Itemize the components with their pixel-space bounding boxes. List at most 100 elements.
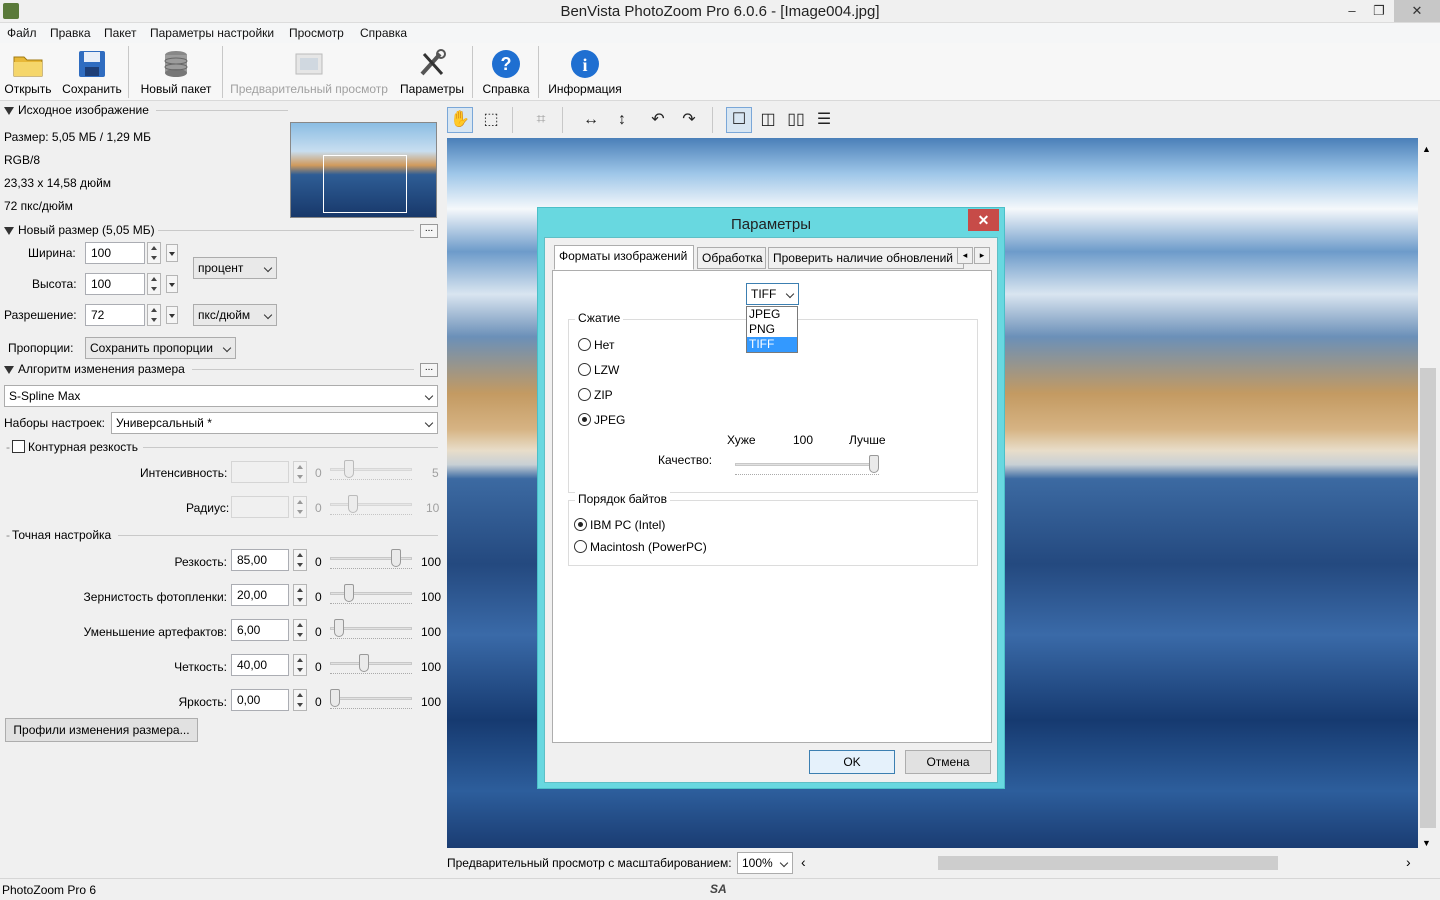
single-view-button[interactable]: ☐ <box>726 107 752 133</box>
selection-tool-button[interactable]: ⬚ <box>478 107 504 133</box>
horizontal-scroll-thumb[interactable] <box>938 856 1278 870</box>
resolution-unit-select[interactable]: пкс/дюйм <box>193 304 277 326</box>
scroll-right-icon[interactable]: › <box>1406 854 1411 870</box>
compression-lzw-radio[interactable]: LZW <box>578 363 619 377</box>
menu-file[interactable]: Файл <box>4 26 40 40</box>
resize-profiles-button[interactable]: Профили изменения размера... <box>5 718 198 742</box>
resolution-spinner[interactable] <box>147 304 161 326</box>
menu-help[interactable]: Справка <box>357 26 410 40</box>
menu-settings[interactable]: Параметры настройки <box>147 26 277 40</box>
cancel-button[interactable]: Отмена <box>905 750 991 774</box>
resolution-input[interactable]: 72 <box>85 304 145 326</box>
source-image-section[interactable]: Исходное изображение <box>4 103 149 117</box>
fine-tune-slider[interactable] <box>330 584 412 604</box>
intensity-input[interactable] <box>231 461 289 483</box>
rotate-right-button[interactable]: ↷ <box>676 107 702 133</box>
fine-tune-input[interactable]: 85,00 <box>231 549 289 571</box>
new-batch-button[interactable]: Новый пакет <box>136 43 216 100</box>
open-button[interactable]: Открыть <box>2 43 54 100</box>
size-unit-select[interactable]: процент <box>193 257 277 279</box>
intensity-slider[interactable] <box>330 460 412 480</box>
compression-none-radio[interactable]: Нет <box>578 338 614 352</box>
fine-tune-spinner[interactable] <box>293 619 307 641</box>
quality-slider[interactable] <box>735 455 879 475</box>
fine-tune-input[interactable]: 20,00 <box>231 584 289 606</box>
fine-tune-slider[interactable] <box>330 654 412 674</box>
fine-tune-slider[interactable] <box>330 689 412 709</box>
tab-scroll-left-icon[interactable]: ◂ <box>957 247 973 264</box>
radius-slider[interactable] <box>330 495 412 515</box>
slider-thumb[interactable] <box>330 689 340 707</box>
minimize-button[interactable]: – <box>1337 0 1367 22</box>
scroll-down-icon[interactable]: ▼ <box>1422 838 1431 848</box>
resolution-menu-button[interactable] <box>166 306 178 324</box>
slider-thumb[interactable] <box>348 495 358 513</box>
proportions-select[interactable]: Сохранить пропорции <box>85 337 236 359</box>
method-select[interactable]: S-Spline Max <box>4 385 438 407</box>
fine-tune-spinner[interactable] <box>293 549 307 571</box>
new-size-more-button[interactable]: ... <box>420 224 438 238</box>
edge-sharpness-checkbox[interactable]: Контурная резкость <box>12 440 138 454</box>
format-select[interactable]: TIFF <box>746 283 799 305</box>
slider-thumb[interactable] <box>344 584 354 602</box>
menu-batch[interactable]: Пакет <box>101 26 139 40</box>
crop-button[interactable]: ⌗ <box>528 107 554 133</box>
preview-button[interactable]: Предварительный просмотр <box>228 43 390 100</box>
fine-tune-input[interactable]: 40,00 <box>231 654 289 676</box>
navigator-thumbnail[interactable] <box>290 122 437 218</box>
restore-button[interactable]: ❐ <box>1364 0 1394 22</box>
format-option-tiff[interactable]: TIFF <box>747 337 797 352</box>
slider-thumb[interactable] <box>391 549 401 567</box>
height-spinner[interactable] <box>147 273 161 295</box>
algorithm-more-button[interactable]: ... <box>420 363 438 377</box>
fine-tune-slider[interactable] <box>330 619 412 639</box>
radius-spinner[interactable] <box>293 496 307 518</box>
tab-processing[interactable]: Обработка <box>697 247 766 269</box>
fine-tune-slider[interactable] <box>330 549 412 569</box>
help-button[interactable]: ? Справка <box>480 43 532 100</box>
width-input[interactable]: 100 <box>85 242 145 264</box>
fine-tune-spinner[interactable] <box>293 584 307 606</box>
vertical-scroll-thumb[interactable] <box>1420 368 1436 828</box>
menu-view[interactable]: Просмотр <box>286 26 347 40</box>
scroll-up-icon[interactable]: ▲ <box>1422 144 1431 154</box>
new-size-section[interactable]: Новый размер (5,05 МБ) <box>4 223 155 237</box>
algorithm-section[interactable]: Алгоритм изменения размера <box>4 362 185 376</box>
flip-horizontal-button[interactable]: ↔ <box>578 107 604 133</box>
side-by-side-button[interactable]: ▯▯ <box>783 107 809 133</box>
intensity-spinner[interactable] <box>293 461 307 483</box>
vertical-scrollbar[interactable]: ▲ ▼ <box>1418 138 1438 848</box>
compression-jpeg-radio[interactable]: JPEG <box>578 413 625 427</box>
navigator-viewport[interactable] <box>323 155 407 213</box>
byte-order-mac-radio[interactable]: Macintosh (PowerPC) <box>574 540 707 554</box>
byte-order-intel-radio[interactable]: IBM PC (Intel) <box>574 518 665 532</box>
save-button[interactable]: Сохранить <box>60 43 124 100</box>
menu-edit[interactable]: Правка <box>47 26 94 40</box>
fine-tune-spinner[interactable] <box>293 654 307 676</box>
slider-thumb[interactable] <box>334 619 344 637</box>
fine-tune-input[interactable]: 6,00 <box>231 619 289 641</box>
format-option-jpeg[interactable]: JPEG <box>747 307 797 322</box>
settings-button[interactable]: Параметры <box>398 43 466 100</box>
fine-tune-spinner[interactable] <box>293 689 307 711</box>
dialog-close-button[interactable]: ✕ <box>968 209 999 231</box>
width-spinner[interactable] <box>147 242 161 264</box>
tab-check-updates[interactable]: Проверить наличие обновлений <box>768 247 964 269</box>
rotate-left-button[interactable]: ↶ <box>645 107 671 133</box>
fine-tune-input[interactable]: 0,00 <box>231 689 289 711</box>
top-bottom-button[interactable]: ☰ <box>811 107 837 133</box>
slider-thumb[interactable] <box>359 654 369 672</box>
presets-select[interactable]: Универсальный * <box>111 412 438 434</box>
compression-zip-radio[interactable]: ZIP <box>578 388 613 402</box>
flip-vertical-button[interactable]: ↕ <box>609 107 635 133</box>
close-window-button[interactable]: ✕ <box>1394 0 1440 22</box>
zoom-select[interactable]: 100% <box>737 852 793 874</box>
scroll-left-icon[interactable]: ‹ <box>801 854 806 870</box>
hand-tool-button[interactable]: ✋ <box>447 107 473 133</box>
radius-input[interactable] <box>231 496 289 518</box>
split-view-button[interactable]: ◫ <box>755 107 781 133</box>
width-menu-button[interactable] <box>166 244 178 262</box>
tab-image-formats[interactable]: Форматы изображений <box>554 245 694 270</box>
height-menu-button[interactable] <box>166 275 178 293</box>
slider-thumb[interactable] <box>344 460 354 478</box>
